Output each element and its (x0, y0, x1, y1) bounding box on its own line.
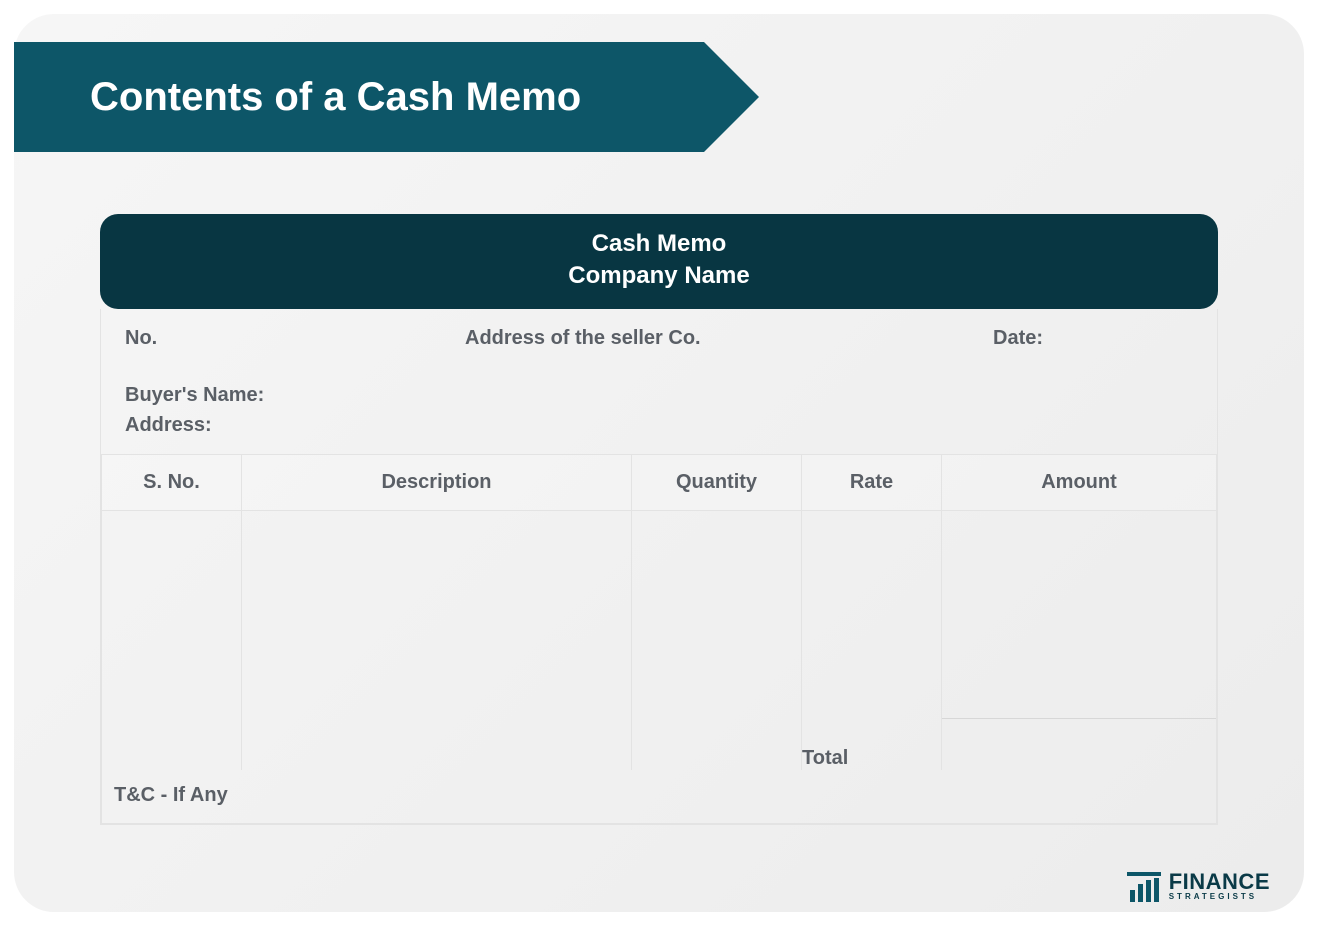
memo-header: Cash Memo Company Name (100, 214, 1218, 309)
col-rate: Rate (802, 454, 942, 510)
table-body-row: Total (102, 510, 1217, 770)
title-banner: Contents of a Cash Memo (14, 42, 704, 152)
brand-logo: FINANCE STRATEGISTS (1127, 870, 1270, 902)
memo-no-label: No. (125, 327, 465, 350)
memo-buyer-address-label: Address: (125, 410, 1193, 440)
brand-sub: STRATEGISTS (1169, 893, 1270, 901)
cell-amount (942, 510, 1217, 770)
memo-header-line1: Cash Memo (100, 228, 1218, 260)
col-sno: S. No. (102, 454, 242, 510)
card-background: Contents of a Cash Memo Cash Memo Compan… (14, 14, 1304, 912)
memo-body: No. Address of the seller Co. Date: Buye… (100, 309, 1218, 826)
total-label: Total (802, 747, 848, 769)
amount-area (942, 511, 1216, 719)
memo-buyer-name-label: Buyer's Name: (125, 380, 1193, 410)
table-header-row: S. No. Description Quantity Rate Amount (102, 454, 1217, 510)
brand-name: FINANCE (1169, 871, 1270, 893)
cell-quantity (632, 510, 802, 770)
memo-seller-address-label: Address of the seller Co. (465, 327, 993, 350)
cell-sno (102, 510, 242, 770)
cell-description (242, 510, 632, 770)
memo-header-line2: Company Name (100, 260, 1218, 292)
bars-icon (1127, 870, 1161, 902)
page-title: Contents of a Cash Memo (90, 75, 581, 120)
cash-memo-container: Cash Memo Company Name No. Address of th… (100, 214, 1218, 825)
col-quantity: Quantity (632, 454, 802, 510)
cell-rate-total: Total (802, 510, 942, 770)
memo-items-table: S. No. Description Quantity Rate Amount (101, 454, 1217, 771)
terms-conditions-row: T&C - If Any (101, 770, 1217, 824)
brand-text: FINANCE STRATEGISTS (1169, 871, 1270, 901)
col-description: Description (242, 454, 632, 510)
memo-date-label: Date: (993, 327, 1193, 350)
memo-info-row-buyer: Buyer's Name: Address: (125, 380, 1193, 440)
col-amount: Amount (942, 454, 1217, 510)
amount-total-area (942, 718, 1216, 770)
memo-info-block: No. Address of the seller Co. Date: Buye… (101, 309, 1217, 454)
memo-info-row-top: No. Address of the seller Co. Date: (125, 327, 1193, 350)
